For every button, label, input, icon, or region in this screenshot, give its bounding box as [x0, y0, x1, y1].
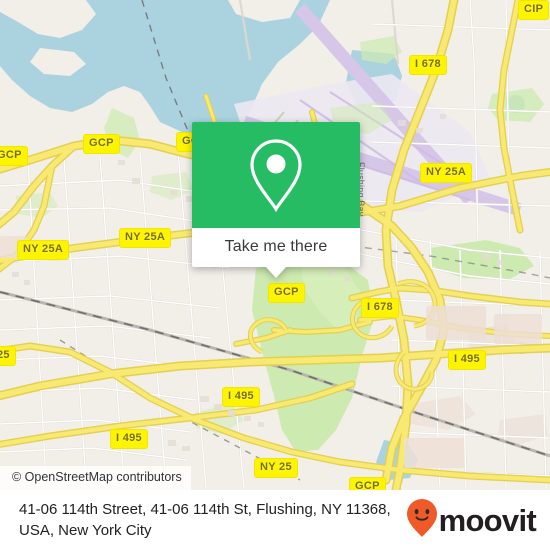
- road-shield: NY 25A: [420, 163, 473, 183]
- address-label: 41-06 114th Street, 41-06 114th St, Flus…: [19, 500, 391, 539]
- road-shield: GCP: [268, 283, 305, 303]
- take-me-there-button[interactable]: Take me there: [192, 228, 360, 267]
- moovit-logo: moovit: [406, 498, 537, 542]
- take-me-there-label: Take me there: [224, 238, 328, 255]
- popup-header: [192, 122, 360, 228]
- location-popup-card[interactable]: Take me there: [192, 122, 360, 278]
- road-shield: CIP: [518, 0, 550, 20]
- road-shield: NY 25: [254, 458, 298, 478]
- road-shield: GCP: [83, 134, 120, 154]
- map-screenshot-root: GCP GCP GCP NY 25A NY 25A NY 25A I 678 C…: [0, 0, 550, 550]
- map-canvas[interactable]: GCP GCP GCP NY 25A NY 25A NY 25A I 678 C…: [0, 0, 550, 490]
- road-shield: I 495: [110, 429, 148, 449]
- road-shield: I 678: [361, 298, 399, 318]
- road-shield: GCP: [0, 146, 28, 166]
- osm-attribution[interactable]: © OpenStreetMap contributors: [0, 466, 191, 490]
- footer-bar: 41-06 114th Street, 41-06 114th St, Flus…: [0, 490, 550, 550]
- popup-pointer-tail: [265, 266, 287, 278]
- moovit-pin-smiley-icon: [406, 498, 437, 542]
- road-shield: GCP: [349, 477, 386, 490]
- road-shield: 25: [0, 346, 16, 366]
- road-shield: NY 25A: [119, 228, 172, 248]
- moovit-wordmark: moovit: [438, 502, 537, 538]
- map-pin-icon: [247, 137, 305, 213]
- osm-attribution-text: © OpenStreetMap contributors: [12, 470, 182, 485]
- road-shield: I 495: [448, 350, 486, 370]
- road-shield: I 495: [222, 387, 260, 407]
- road-shield: I 678: [409, 55, 447, 75]
- road-shield: NY 25A: [17, 240, 70, 260]
